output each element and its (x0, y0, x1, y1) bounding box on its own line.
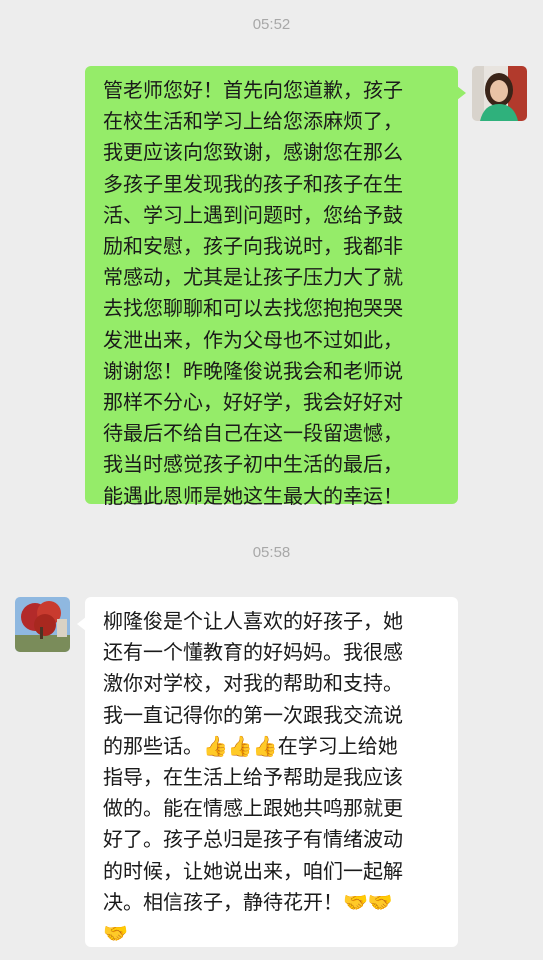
message-line: 还有一个懂教育的好妈妈。我很感 (103, 640, 403, 665)
message-line: 我一直记得你的第一次跟我交流说 (103, 702, 403, 727)
message-timestamp: 05:52 (252, 16, 291, 33)
contact-avatar[interactable] (15, 597, 70, 652)
message-line: 🤝 (103, 921, 128, 946)
message-line: 待最后不给自己在这一段留遗憾， (103, 421, 403, 446)
message-line: 的时候，让她说出来，咱们一起解 (103, 858, 403, 883)
message-line: 指导，在生活上给予帮助是我应该 (103, 765, 403, 790)
message-line: 去找您聊聊和可以去找您抱抱哭哭 (103, 296, 403, 321)
message-line: 我更应该向您致谢，感谢您在那么 (103, 140, 403, 165)
message-line: 发泄出来，作为父母也不过如此， (103, 327, 403, 352)
message-line: 的那些话。👍👍👍在学习上给她 (103, 733, 398, 758)
message-line: 激你对学校，对我的帮助和支持。 (103, 671, 403, 696)
message-timestamp: 05:58 (252, 544, 291, 561)
message-line: 那样不分心，好好学，我会好好对 (103, 390, 403, 415)
message-line: 好了。孩子总归是孩子有情绪波动 (103, 827, 403, 852)
message-line: 谢谢您！昨晚隆俊说我会和老师说 (103, 358, 403, 383)
message-line: 活、学习上遇到问题时，您给予鼓 (103, 202, 403, 227)
message-line: 决。相信孩子，静待花开！🤝🤝 (103, 889, 393, 914)
message-line: 多孩子里发现我的孩子和孩子在生 (103, 171, 403, 196)
message-line: 做的。能在情感上跟她共鸣那就更 (103, 796, 403, 821)
self-avatar-image (472, 66, 527, 121)
sent-message-bubble[interactable]: 管老师您好！首先向您道歉，孩子 在校生活和学习上给您添麻烦了， 我更应该向您致谢… (85, 66, 466, 508)
message-line: 常感动，尤其是让孩子压力大了就 (103, 265, 403, 290)
message-line: 励和安慰，孩子向我说时，我都非 (103, 234, 403, 259)
contact-avatar-image (15, 597, 70, 652)
message-line: 我当时感觉孩子初中生活的最后， (103, 452, 403, 477)
self-avatar[interactable] (472, 66, 527, 121)
message-line: 能遇此恩师是她这生最大的幸运！ (103, 483, 403, 508)
message-line: 在校生活和学习上给您添麻烦了， (103, 109, 403, 134)
received-message-bubble[interactable]: 柳隆俊是个让人喜欢的好孩子，她 还有一个懂教育的好妈妈。我很感 激你对学校，对我… (77, 597, 458, 947)
message-line: 管老师您好！首先向您道歉，孩子 (103, 78, 403, 102)
message-line: 柳隆俊是个让人喜欢的好孩子，她 (103, 609, 403, 633)
